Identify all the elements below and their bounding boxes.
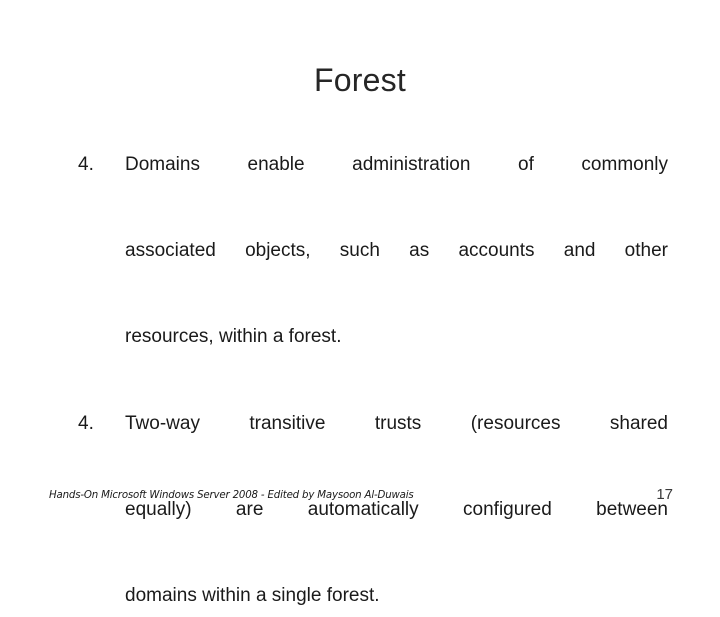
page-title: Forest — [314, 62, 406, 98]
slide: Forest 4. Domains enable administration … — [0, 0, 720, 606]
list-item-line: resources, within a forest. — [125, 326, 342, 347]
list-item-marker: 4. — [78, 413, 94, 434]
list-item-line: associated objects, such as accounts and… — [125, 240, 668, 261]
list-item: 4. Domains enable administration of comm… — [78, 143, 668, 358]
list-item-marker: 4. — [78, 154, 94, 175]
slide-footer: Hands-On Microsoft Windows Server 2008 -… — [0, 486, 720, 540]
page-number: 17 — [656, 486, 673, 503]
footer-credit-text: Hands-On Microsoft Windows Server 2008 -… — [49, 488, 414, 501]
list-item-line: domains within a single forest. — [125, 585, 380, 606]
bullet-list: 4. Domains enable administration of comm… — [78, 143, 668, 617]
list-item-line: Two-way transitive trusts (resources sha… — [125, 413, 668, 434]
list-item-text: Domains enable administration of commonl… — [125, 143, 668, 358]
list-item-line: Domains enable administration of commonl… — [125, 154, 668, 175]
